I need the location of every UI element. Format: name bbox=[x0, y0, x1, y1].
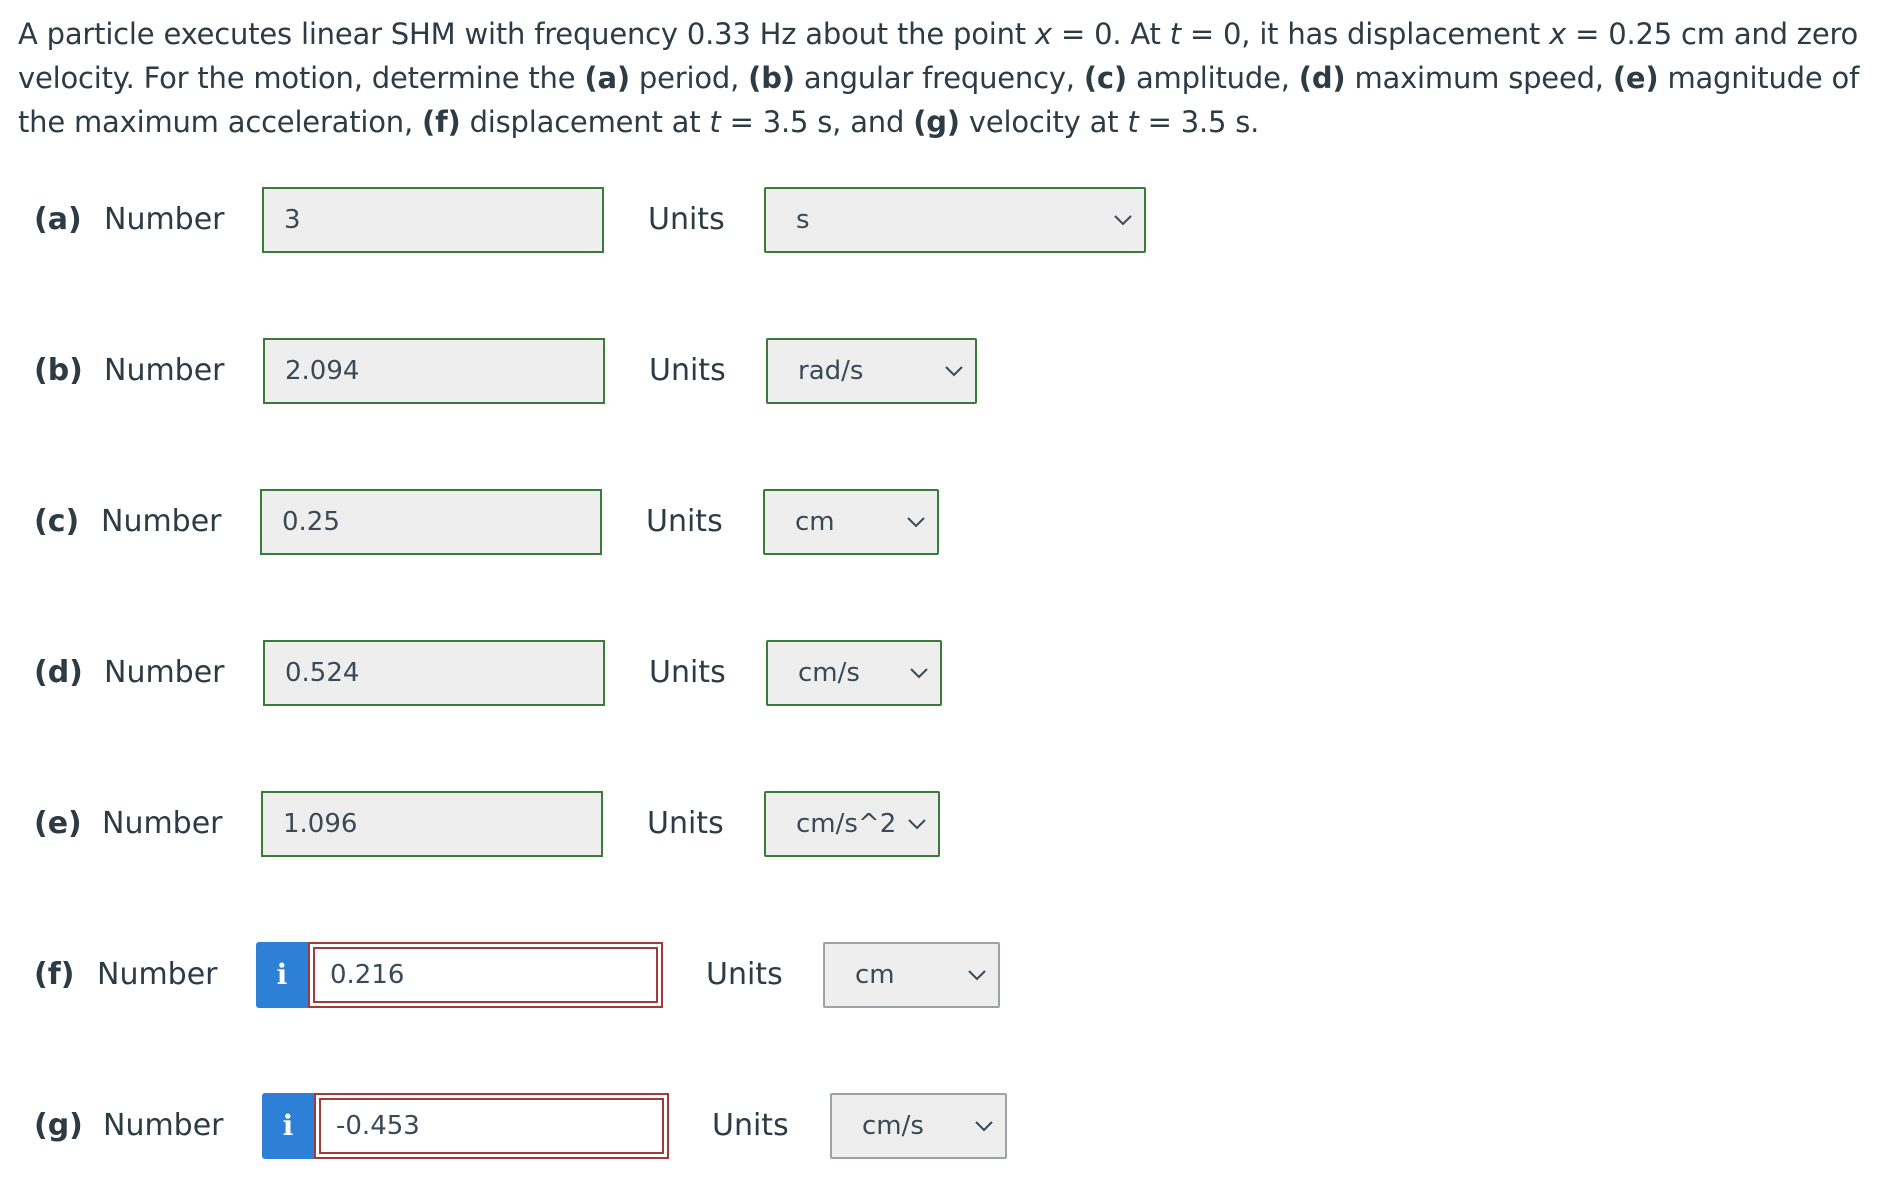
answer-row-g: (g) Number i Units cm/s bbox=[0, 1093, 1894, 1159]
part-label-d: (d) bbox=[34, 655, 83, 690]
part-label-b: (b) bbox=[34, 353, 83, 388]
question-text: A particle executes linear SHM with freq… bbox=[18, 17, 1860, 139]
chevron-down-icon bbox=[906, 793, 928, 855]
units-label-c: Units bbox=[646, 504, 723, 539]
answer-row-a: (a) Number Units s bbox=[0, 187, 1894, 253]
answer-row-d: (d) Number Units cm/s bbox=[0, 640, 1894, 706]
units-select-value-a: s bbox=[796, 205, 810, 235]
units-label-e: Units bbox=[647, 806, 724, 841]
units-select-value-b: rad/s bbox=[798, 356, 864, 386]
units-select-value-f: cm bbox=[855, 960, 895, 990]
answer-row-b: (b) Number Units rad/s bbox=[0, 338, 1894, 404]
part-label-a: (a) bbox=[34, 202, 82, 237]
chevron-down-icon bbox=[1112, 189, 1134, 251]
units-select-a[interactable]: s bbox=[764, 187, 1146, 253]
part-label-e: (e) bbox=[34, 806, 82, 841]
answer-row-c: (c) Number Units cm bbox=[0, 489, 1894, 555]
units-label-g: Units bbox=[712, 1108, 789, 1143]
chevron-down-icon bbox=[905, 491, 927, 553]
units-select-b[interactable]: rad/s bbox=[766, 338, 977, 404]
units-select-e[interactable]: cm/s^2 bbox=[764, 791, 940, 857]
answer-input-d[interactable] bbox=[263, 640, 605, 706]
units-label-f: Units bbox=[706, 957, 783, 992]
part-label-f: (f) bbox=[34, 957, 75, 992]
number-label-c: Number bbox=[101, 504, 222, 539]
answer-input-c[interactable] bbox=[260, 489, 602, 555]
number-label-a: Number bbox=[104, 202, 225, 237]
info-icon[interactable]: i bbox=[256, 942, 308, 1008]
answer-input-a[interactable] bbox=[262, 187, 604, 253]
part-label-c: (c) bbox=[34, 504, 80, 539]
chevron-down-icon bbox=[966, 944, 988, 1006]
units-select-value-c: cm bbox=[795, 507, 835, 537]
answer-row-f: (f) Number i Units cm bbox=[0, 942, 1894, 1008]
number-label-f: Number bbox=[97, 957, 218, 992]
number-label-g: Number bbox=[103, 1108, 224, 1143]
units-label-d: Units bbox=[649, 655, 726, 690]
units-select-g[interactable]: cm/s bbox=[830, 1093, 1007, 1159]
number-label-d: Number bbox=[104, 655, 225, 690]
answer-row-e: (e) Number Units cm/s^2 bbox=[0, 791, 1894, 857]
units-select-c[interactable]: cm bbox=[763, 489, 939, 555]
answer-input-e[interactable] bbox=[261, 791, 603, 857]
answer-input-g[interactable] bbox=[314, 1093, 669, 1159]
units-select-value-d: cm/s bbox=[798, 658, 860, 688]
chevron-down-icon bbox=[973, 1095, 995, 1157]
answer-input-f[interactable] bbox=[308, 942, 663, 1008]
units-select-value-g: cm/s bbox=[862, 1111, 924, 1141]
part-label-g: (g) bbox=[34, 1108, 83, 1143]
answer-input-b[interactable] bbox=[263, 338, 605, 404]
chevron-down-icon bbox=[908, 642, 930, 704]
units-label-a: Units bbox=[648, 202, 725, 237]
units-label-b: Units bbox=[649, 353, 726, 388]
chevron-down-icon bbox=[943, 340, 965, 402]
units-select-d[interactable]: cm/s bbox=[766, 640, 942, 706]
units-select-f[interactable]: cm bbox=[823, 942, 1000, 1008]
number-label-e: Number bbox=[102, 806, 223, 841]
units-select-value-e: cm/s^2 bbox=[796, 809, 897, 839]
info-icon[interactable]: i bbox=[262, 1093, 314, 1159]
number-label-b: Number bbox=[104, 353, 225, 388]
